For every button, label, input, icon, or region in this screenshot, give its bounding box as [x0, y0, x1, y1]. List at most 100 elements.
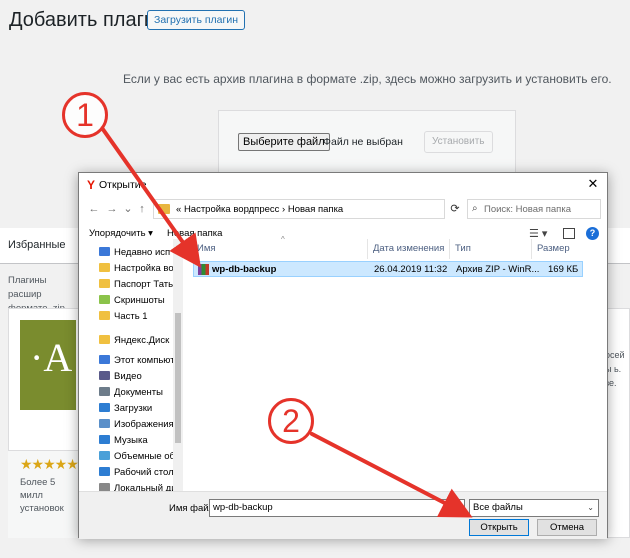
- nav-item-icon: [99, 263, 110, 272]
- plugin-card-right-text: осей ы ь. зе.: [605, 350, 625, 388]
- nav-item[interactable]: Паспорт Татьян: [99, 279, 183, 295]
- nav-item[interactable]: Рабочий стол: [99, 467, 174, 483]
- nav-item-icon: [99, 311, 110, 320]
- nav-item-label: Объемные объ: [114, 451, 181, 462]
- nav-item-label: Часть 1: [114, 311, 148, 322]
- filename-input[interactable]: wp-db-backup: [209, 499, 465, 517]
- upload-plugin-button[interactable]: Загрузить плагин: [147, 10, 246, 30]
- nav-item[interactable]: Настройка ворд: [99, 263, 183, 279]
- search-icon: ⌕: [472, 203, 478, 214]
- column-name[interactable]: Имя: [197, 243, 216, 254]
- nav-item[interactable]: Скриншоты: [99, 295, 165, 311]
- organize-button[interactable]: Упорядочить ▾: [89, 228, 153, 239]
- nav-item[interactable]: Загрузки: [99, 403, 152, 419]
- refresh-icon[interactable]: ⟳: [447, 201, 463, 217]
- nav-item-label: Видео: [114, 371, 142, 382]
- nav-item-label: Скриншоты: [114, 295, 165, 306]
- nav-item-icon: [99, 467, 110, 476]
- breadcrumb-prefix: «: [176, 204, 182, 215]
- step-2-badge: 2: [268, 398, 314, 444]
- nav-item[interactable]: Часть 1: [99, 311, 148, 327]
- nav-item-icon: [99, 247, 110, 256]
- file-name: wp-db-backup: [212, 264, 277, 275]
- column-separator[interactable]: [367, 239, 368, 259]
- nav-item-icon: [99, 451, 110, 460]
- plugin-card-right: [605, 308, 630, 538]
- filetype-value: Все файлы: [473, 502, 523, 513]
- step-1-badge: 1: [62, 92, 108, 138]
- nav-item[interactable]: Видео: [99, 371, 142, 387]
- nav-item-icon: [99, 295, 110, 304]
- nav-item-icon: [99, 403, 110, 412]
- rating-stars: ★★★★★: [20, 456, 79, 472]
- close-icon[interactable]: ✕: [585, 176, 601, 192]
- chevron-down-icon: ⌄: [587, 503, 594, 512]
- forward-arrow-icon[interactable]: →: [105, 201, 119, 217]
- breadcrumb-part-2[interactable]: Новая папка: [288, 204, 343, 215]
- back-arrow-icon[interactable]: ←: [87, 201, 101, 217]
- search-placeholder: Поиск: Новая папка: [484, 204, 571, 215]
- breadcrumb: « Настройка вордпресс › Новая папка: [176, 204, 343, 215]
- navigation-pane: Недавно исп Настройка ворд Паспорт Татьян С…: [89, 239, 183, 493]
- tab-featured[interactable]: Избранные: [8, 230, 72, 264]
- cancel-button[interactable]: Отмена: [537, 519, 597, 536]
- nav-item-label: Музыка: [114, 435, 148, 446]
- file-size: 169 КБ: [548, 264, 579, 275]
- nav-item-icon: [99, 371, 110, 380]
- nav-item-icon: [99, 419, 110, 428]
- breadcrumb-part-1[interactable]: Настройка вордпресс: [184, 204, 279, 215]
- file-type: Архив ZIP - WinR...: [456, 264, 540, 275]
- address-bar[interactable]: « Настройка вордпресс › Новая папка: [153, 199, 445, 219]
- column-date[interactable]: Дата изменения: [373, 243, 444, 254]
- nav-item[interactable]: Недавно исп: [99, 247, 170, 263]
- install-button[interactable]: Установить: [424, 131, 493, 153]
- new-folder-button[interactable]: Новая папка: [167, 228, 222, 239]
- dialog-title: Открытие: [99, 179, 147, 191]
- column-separator[interactable]: [531, 239, 532, 259]
- active-installs: Более 5 милл установок: [20, 477, 64, 514]
- file-row-selected[interactable]: wp-db-backup 26.04.2019 11:32 Архив ZIP …: [193, 261, 583, 277]
- nav-item[interactable]: Этот компьютер: [99, 355, 183, 371]
- dialog-navbar: ← → ⌄ ↑ « Настройка вордпресс › Новая па…: [79, 197, 607, 223]
- winrar-archive-icon: [198, 264, 209, 275]
- preview-pane-icon[interactable]: [563, 228, 575, 239]
- column-size[interactable]: Размер: [537, 243, 570, 254]
- nav-item[interactable]: Объемные объ: [99, 451, 181, 467]
- choose-file-button[interactable]: Выберите файл: [238, 133, 330, 151]
- upload-description: Если у вас есть архив плагина в формате …: [123, 72, 612, 86]
- file-status: Файл не выбран: [323, 136, 403, 148]
- nav-item[interactable]: Изображения: [99, 419, 174, 435]
- nav-item[interactable]: Музыка: [99, 435, 148, 451]
- open-button[interactable]: Открыть: [469, 519, 529, 536]
- file-open-dialog: Y Открытие ✕ ← → ⌄ ↑ « Настройка вордпре…: [78, 172, 608, 539]
- nav-item-icon: [99, 435, 110, 444]
- sort-arrow-icon: ^: [281, 235, 285, 244]
- navigation-scrollbar-thumb[interactable]: [175, 313, 181, 443]
- yandex-browser-icon: Y: [86, 178, 95, 192]
- nav-item-icon: [99, 279, 110, 288]
- filetype-select[interactable]: Все файлы ⌄: [469, 499, 599, 517]
- nav-item-label: Загрузки: [114, 403, 153, 414]
- nav-item-icon: [99, 335, 110, 344]
- nav-item[interactable]: Яндекс.Диск: [99, 335, 169, 351]
- recent-locations-icon[interactable]: ⌄: [121, 201, 135, 217]
- up-arrow-icon[interactable]: ↑: [135, 201, 149, 217]
- file-date: 26.04.2019 11:32: [374, 264, 448, 275]
- nav-item-label: Изображения: [114, 419, 174, 430]
- nav-item-label: Рабочий стол: [114, 467, 174, 478]
- plugin-card-logo: ·A: [30, 335, 73, 380]
- plugin-tabs-right: [605, 228, 630, 264]
- nav-item-label: Документы: [114, 387, 163, 398]
- column-type[interactable]: Тип: [455, 243, 471, 254]
- nav-item-label: Яндекс.Диск: [114, 335, 170, 346]
- nav-item[interactable]: Документы: [99, 387, 163, 403]
- folder-icon: [158, 204, 170, 214]
- column-separator[interactable]: [449, 239, 450, 259]
- dialog-footer: Имя файла: wp-db-backup Все файлы ⌄ Откр…: [79, 491, 607, 539]
- nav-item-label: Недавно исп: [114, 247, 171, 258]
- nav-item-icon: [99, 387, 110, 396]
- search-input[interactable]: ⌕ Поиск: Новая папка: [467, 199, 601, 219]
- nav-item-icon: [99, 355, 110, 364]
- file-list: ^ Имя Дата изменения Тип Размер wp-db-ba…: [191, 235, 599, 493]
- dialog-titlebar: Y Открытие ✕: [79, 173, 607, 197]
